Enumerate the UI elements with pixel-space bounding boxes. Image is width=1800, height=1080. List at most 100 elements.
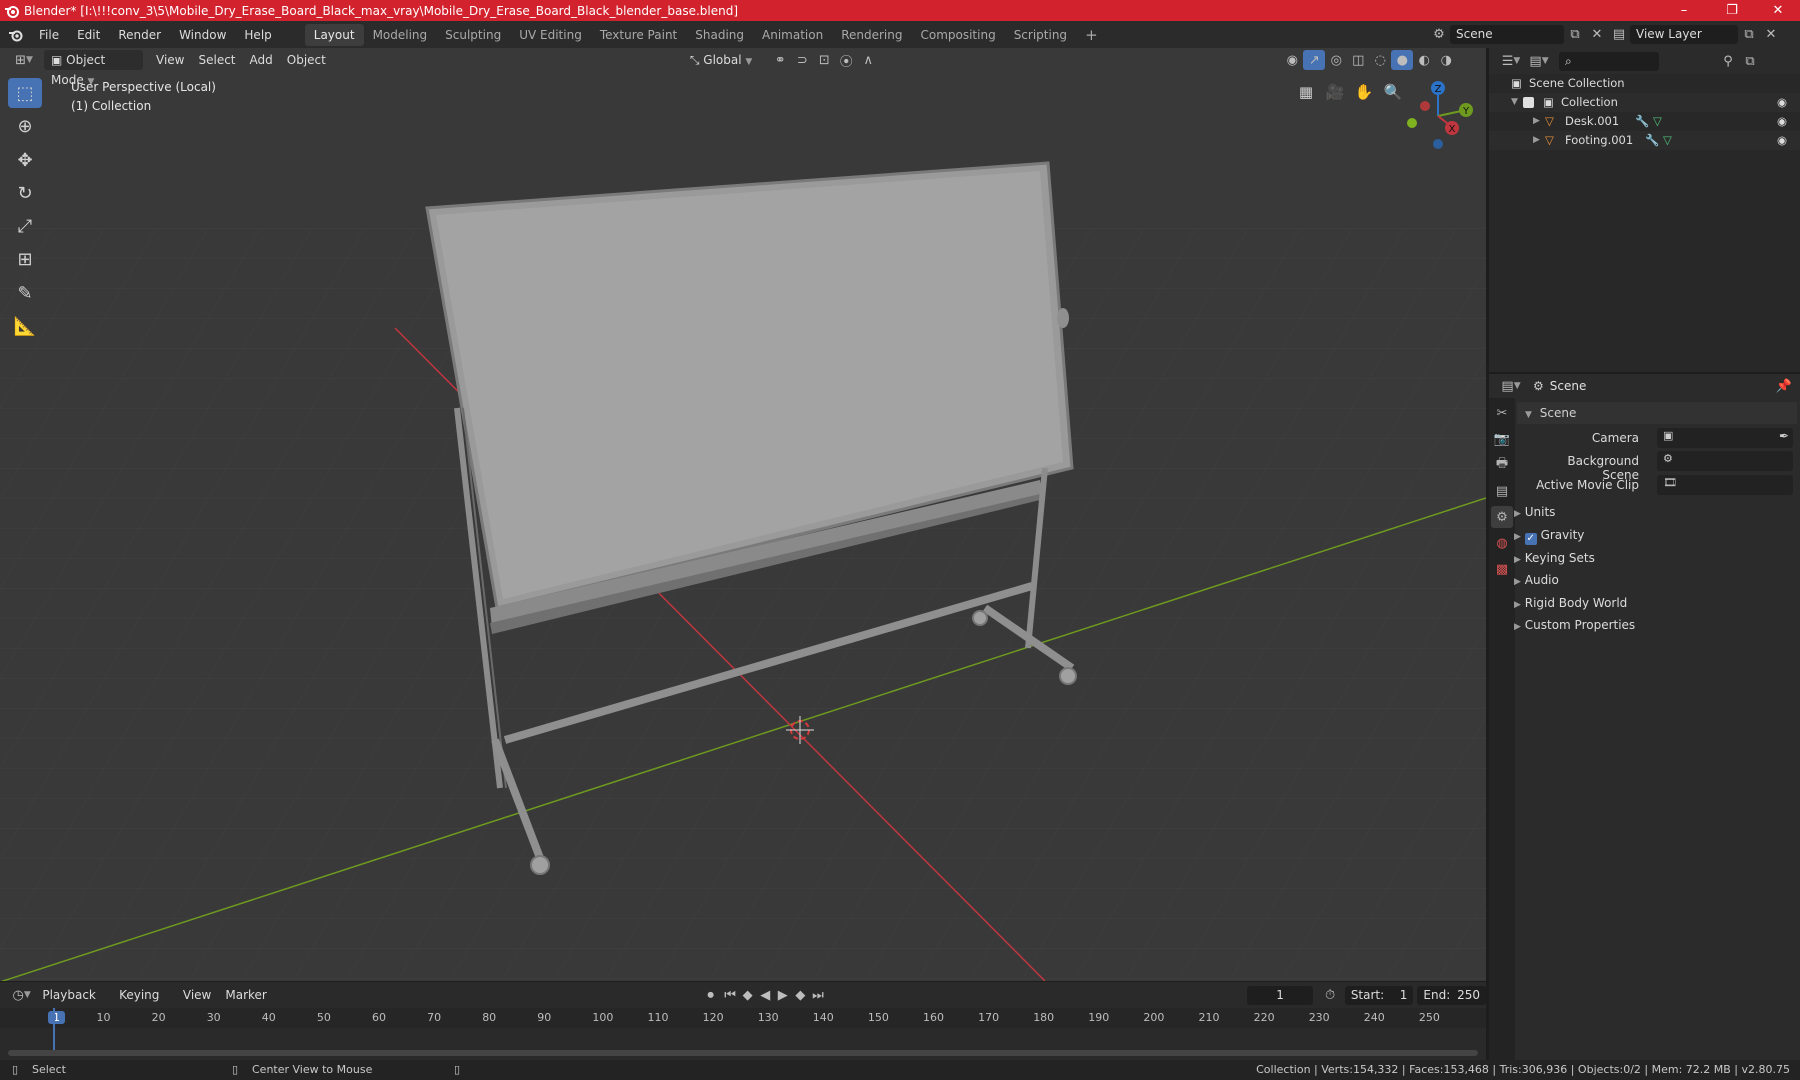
current-frame-field[interactable]: 1 xyxy=(1246,985,1314,1005)
menu-add[interactable]: Add xyxy=(243,50,280,70)
view-layer-icon[interactable]: ▤ xyxy=(1608,24,1630,44)
tool-tab-icon[interactable]: ✂ xyxy=(1491,402,1513,424)
measure-tool-icon[interactable]: 📐 xyxy=(8,311,42,341)
menu-view[interactable]: View xyxy=(149,50,191,70)
jump-keyframe-forward-icon[interactable]: ◆ xyxy=(792,985,810,1005)
remove-scene-icon[interactable]: ✕ xyxy=(1586,24,1608,44)
mode-dropdown[interactable]: ▣ Object Mode ▼ xyxy=(44,50,143,87)
new-scene-icon[interactable]: ⧉ xyxy=(1564,24,1586,44)
gravity-checkbox[interactable]: ✓ xyxy=(1524,533,1537,545)
texture-tab-icon[interactable]: ▩ xyxy=(1491,558,1513,580)
cursor-tool-icon[interactable]: ⊕ xyxy=(8,111,42,141)
active-movie-clip-field[interactable]: 🎞 xyxy=(1657,475,1793,495)
keying-sets-panel[interactable]: ▶ Keying Sets xyxy=(1514,547,1794,569)
scene-panel-header[interactable]: ▼ Scene xyxy=(1517,402,1797,424)
outliner-editor-type-icon[interactable]: ☰ ▼ xyxy=(1497,51,1525,71)
move-tool-icon[interactable]: ✥ xyxy=(8,145,42,175)
play-reverse-icon[interactable]: ◀ xyxy=(756,985,774,1005)
outliner-row-scene-collection[interactable]: ▣ Scene Collection xyxy=(1489,74,1800,93)
menu-edit[interactable]: Edit xyxy=(68,24,109,46)
expand-arrow-icon[interactable]: ▶ xyxy=(1533,112,1540,131)
world-tab-icon[interactable]: ◍ xyxy=(1491,532,1513,554)
jump-end-icon[interactable]: ⏭ xyxy=(809,985,827,1005)
jump-keyframe-back-icon[interactable]: ◆ xyxy=(739,985,757,1005)
tab-uv-editing[interactable]: UV Editing xyxy=(510,24,591,46)
view-layer-selector[interactable]: View Layer xyxy=(1630,24,1738,44)
tab-compositing[interactable]: Compositing xyxy=(911,24,1004,46)
exclude-checkbox[interactable] xyxy=(1523,97,1534,108)
shading-solid-icon[interactable]: ● xyxy=(1391,50,1414,70)
object-visibility-eye-icon[interactable]: ◉ xyxy=(1777,131,1787,150)
camera-field[interactable]: ▣ ✒ xyxy=(1657,428,1793,448)
output-tab-icon[interactable]: 🖶 xyxy=(1491,454,1513,476)
gravity-panel[interactable]: ▶ ✓ Gravity xyxy=(1514,524,1794,546)
pan-hand-icon[interactable]: ✋ xyxy=(1351,79,1377,105)
tab-scripting[interactable]: Scripting xyxy=(1005,24,1076,46)
object-visibility-eye-icon[interactable]: ◉ xyxy=(1777,112,1787,131)
display-mode-icon[interactable]: ▤ ▼ xyxy=(1525,51,1553,71)
grid-view-icon[interactable]: ▦ xyxy=(1293,79,1319,105)
menu-window[interactable]: Window xyxy=(170,24,235,46)
camera-view-icon[interactable]: 🎥 xyxy=(1322,79,1348,105)
editor-type-icon[interactable]: ⊞ ▼ xyxy=(10,50,38,70)
xray-icon[interactable]: ◫ xyxy=(1347,50,1369,70)
overlays-icon[interactable]: ◎ xyxy=(1325,50,1347,70)
playhead[interactable] xyxy=(53,1008,55,1052)
eyedropper-icon[interactable]: ✒ xyxy=(1779,429,1789,443)
menu-select[interactable]: Select xyxy=(191,50,242,70)
properties-editor-type-icon[interactable]: ▤ ▼ xyxy=(1497,376,1525,396)
visibility-icon[interactable]: ◉ xyxy=(1281,50,1303,70)
snap-target-icon[interactable]: ⊡ xyxy=(813,50,835,70)
new-view-layer-icon[interactable]: ⧉ xyxy=(1738,24,1760,44)
menu-marker[interactable]: Marker xyxy=(218,985,273,1005)
tab-layout[interactable]: Layout xyxy=(304,23,364,46)
render-tab-icon[interactable]: 📷 xyxy=(1491,428,1513,450)
audio-panel[interactable]: ▶ Audio xyxy=(1514,569,1794,591)
tab-modeling[interactable]: Modeling xyxy=(364,24,437,46)
timeline-scrollbar[interactable] xyxy=(8,1050,1478,1056)
jump-start-icon[interactable]: ⏮ xyxy=(721,985,739,1005)
frame-ruler[interactable]: 1 10 20 30 40 50 60 70 80 90 100 110 120 130 140 150 160… xyxy=(0,1008,1486,1028)
annotate-tool-icon[interactable]: ✎ xyxy=(8,278,42,308)
axis-gizmo[interactable]: Z Y X xyxy=(1400,78,1480,154)
minimize-button[interactable]: – xyxy=(1661,0,1707,21)
menu-keying[interactable]: Keying ▼ xyxy=(112,985,176,1022)
timeline-editor-type-icon[interactable]: ◷ ▼ xyxy=(8,985,35,1005)
close-window-button[interactable]: ✕ xyxy=(1755,0,1800,21)
record-icon[interactable]: ⏺ xyxy=(700,985,721,1005)
outliner-row-footing[interactable]: ▶ ▽ Footing.001 🔧 ▽ ◉ xyxy=(1489,131,1800,150)
orientation-dropdown[interactable]: ⤡ Global ▼ xyxy=(683,50,759,70)
menu-playback[interactable]: Playback ▼ xyxy=(35,985,112,1022)
modifier-wrench-icon[interactable]: 🔧 xyxy=(1635,112,1649,131)
menu-view-timeline[interactable]: View xyxy=(176,985,218,1005)
end-frame-field[interactable]: End: 250 xyxy=(1417,985,1486,1005)
background-scene-field[interactable]: ⚙ xyxy=(1657,451,1793,471)
shading-wireframe-icon[interactable]: ◌ xyxy=(1369,50,1391,70)
preview-range-icon[interactable]: ⏱ xyxy=(1319,985,1340,1005)
filter-icon[interactable]: ⚲ xyxy=(1717,51,1739,71)
shading-rendered-icon[interactable]: ◑ xyxy=(1435,50,1457,70)
maximize-button[interactable]: ❐ xyxy=(1709,0,1755,21)
add-workspace-button[interactable]: + xyxy=(1076,24,1107,46)
expand-arrow-icon[interactable]: ▶ xyxy=(1533,131,1540,150)
outliner-row-collection[interactable]: ▼ ▣ Collection ◉ xyxy=(1489,93,1800,112)
menu-render[interactable]: Render xyxy=(109,24,170,46)
rigid-body-world-panel[interactable]: ▶ Rigid Body World xyxy=(1514,592,1794,614)
menu-help[interactable]: Help xyxy=(235,24,280,46)
mesh-data-icon[interactable]: ▽ xyxy=(1663,131,1672,150)
select-box-tool-icon[interactable]: ⬚ xyxy=(8,78,42,108)
menu-object[interactable]: Object xyxy=(280,50,333,70)
rotate-tool-icon[interactable]: ↻ xyxy=(8,178,42,208)
transform-tool-icon[interactable]: ⊞ xyxy=(8,244,42,274)
tab-shading[interactable]: Shading xyxy=(686,24,753,46)
collection-visibility-eye-icon[interactable]: ◉ xyxy=(1777,93,1787,112)
proportional-edit-icon[interactable]: ⦿ xyxy=(835,50,857,70)
remove-view-layer-icon[interactable]: ✕ xyxy=(1760,24,1782,44)
scene-selector[interactable]: Scene xyxy=(1450,24,1564,44)
outliner-search-input[interactable]: ⌕ xyxy=(1559,51,1659,71)
modifier-wrench-icon[interactable]: 🔧 xyxy=(1645,131,1659,150)
new-collection-icon[interactable]: ⧉ xyxy=(1739,51,1761,71)
view-layer-tab-icon[interactable]: ▤ xyxy=(1491,480,1513,502)
menu-file[interactable]: File xyxy=(30,24,68,46)
tab-rendering[interactable]: Rendering xyxy=(832,24,911,46)
